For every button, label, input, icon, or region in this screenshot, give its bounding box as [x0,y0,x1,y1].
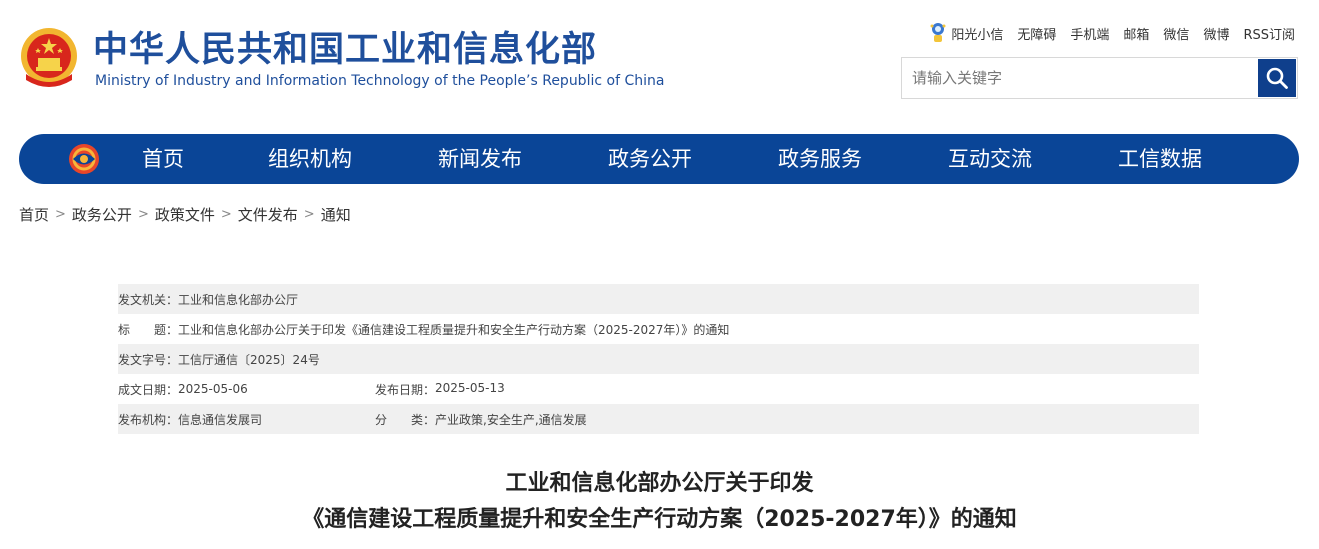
nav-item-interaction[interactable]: 互动交流 [948,134,1032,184]
written-date-label: 成文日期： [118,382,179,397]
toplink-sunshine-label: 阳光小信 [951,27,1004,43]
breadcrumb-separator: > [55,207,66,222]
breadcrumb-file-release[interactable]: 文件发布 [238,204,298,225]
agency-value: 信息通信发展司 [178,412,263,427]
robot-icon [930,23,946,42]
info-row-issuer: 发文机关： 工业和信息化部办公厅 [118,284,1199,314]
info-row-docno: 发文字号： 工信厅通信〔2025〕24号 [118,344,1199,374]
search-icon [1266,67,1288,89]
info-row-title: 标 题： 工业和信息化部办公厅关于印发《通信建设工程质量提升和安全生产行动方案（… [118,314,1199,344]
nav-item-services[interactable]: 政务服务 [778,134,862,184]
document-title-line1: 工业和信息化部办公厅关于印发 [505,471,814,496]
nav-item-home[interactable]: 首页 [142,134,184,184]
breadcrumb-government-affairs[interactable]: 政务公开 [72,204,132,225]
breadcrumb-separator: > [220,207,232,222]
title-value: 工业和信息化部办公厅关于印发《通信建设工程质量提升和安全生产行动方案（2025-… [178,322,730,337]
category: 分 类： 产业政策,安全生产,通信发展 [375,411,587,428]
written-date-value: 2025-05-06 [178,382,248,396]
published-date-value: 2025-05-13 [435,380,505,395]
breadcrumb-policy-files[interactable]: 政策文件 [155,204,215,225]
document-title: 工业和信息化部办公厅关于印发 《通信建设工程质量提升和安全生产行动方案（2025… [0,466,1319,538]
search-input[interactable] [902,58,1258,98]
national-emblem-icon[interactable] [18,24,80,92]
site-title[interactable]: 中华人民共和国工业和信息化部 [93,28,597,72]
breadcrumb-notice[interactable]: 通知 [321,204,351,225]
agency-label: 发布机构： [118,412,179,427]
toplink-weibo[interactable]: 微博 [1203,24,1229,43]
category-label: 分 类： [375,412,436,427]
breadcrumb-separator: > [303,207,315,222]
toplink-mail[interactable]: 邮箱 [1123,24,1149,43]
toplink-sunshine[interactable]: 阳光小信 [929,22,1003,44]
docno-value: 工信厅通信〔2025〕24号 [178,352,320,367]
nav-item-news[interactable]: 新闻发布 [438,134,522,184]
info-row-dates: 成文日期： 2025-05-06 发布日期： 2025-05-13 [118,374,1199,404]
published-date-label: 发布日期： [375,382,436,397]
toplink-wechat[interactable]: 微信 [1163,24,1189,43]
search-button[interactable] [1258,59,1296,97]
top-links: 阳光小信 无障碍 手机端 邮箱 微信 微博 RSS订阅 [915,22,1295,44]
category-value: 产业政策,安全生产,通信发展 [435,412,587,427]
docno-label: 发文字号： [118,352,179,367]
document-title-line2: 《通信建设工程质量提升和安全生产行动方案（2025-2027年）》的通知 [302,507,1017,532]
toplink-rss[interactable]: RSS订阅 [1243,24,1295,43]
toplink-accessibility[interactable]: 无障碍 [1017,24,1056,43]
miit-logo-icon[interactable] [67,142,101,176]
breadcrumb-home[interactable]: 首页 [19,204,49,225]
published-date: 发布日期： 2025-05-13 [375,381,505,398]
issuer-label: 发文机关： [118,292,179,307]
breadcrumb: 首页 > 政务公开 > 政策文件 > 文件发布 > 通知 [19,204,351,225]
main-nav: 首页 组织机构 新闻发布 政务公开 政务服务 互动交流 工信数据 [19,134,1299,184]
site-header: 中华人民共和国工业和信息化部 Ministry of Industry and … [0,0,1319,120]
nav-item-organization[interactable]: 组织机构 [268,134,352,184]
search-box [901,57,1298,99]
title-label: 标 题： [118,322,179,337]
site-subtitle: Ministry of Industry and Information Tec… [95,73,665,89]
nav-item-government-affairs[interactable]: 政务公开 [608,134,692,184]
breadcrumb-separator: > [137,207,149,222]
document-info-table: 发文机关： 工业和信息化部办公厅 标 题： 工业和信息化部办公厅关于印发《通信建… [118,284,1199,434]
issuer-value: 工业和信息化部办公厅 [178,292,299,307]
nav-item-data[interactable]: 工信数据 [1118,134,1202,184]
toplink-mobile[interactable]: 手机端 [1070,24,1109,43]
info-row-agency: 发布机构： 信息通信发展司 分 类： 产业政策,安全生产,通信发展 [118,404,1199,434]
